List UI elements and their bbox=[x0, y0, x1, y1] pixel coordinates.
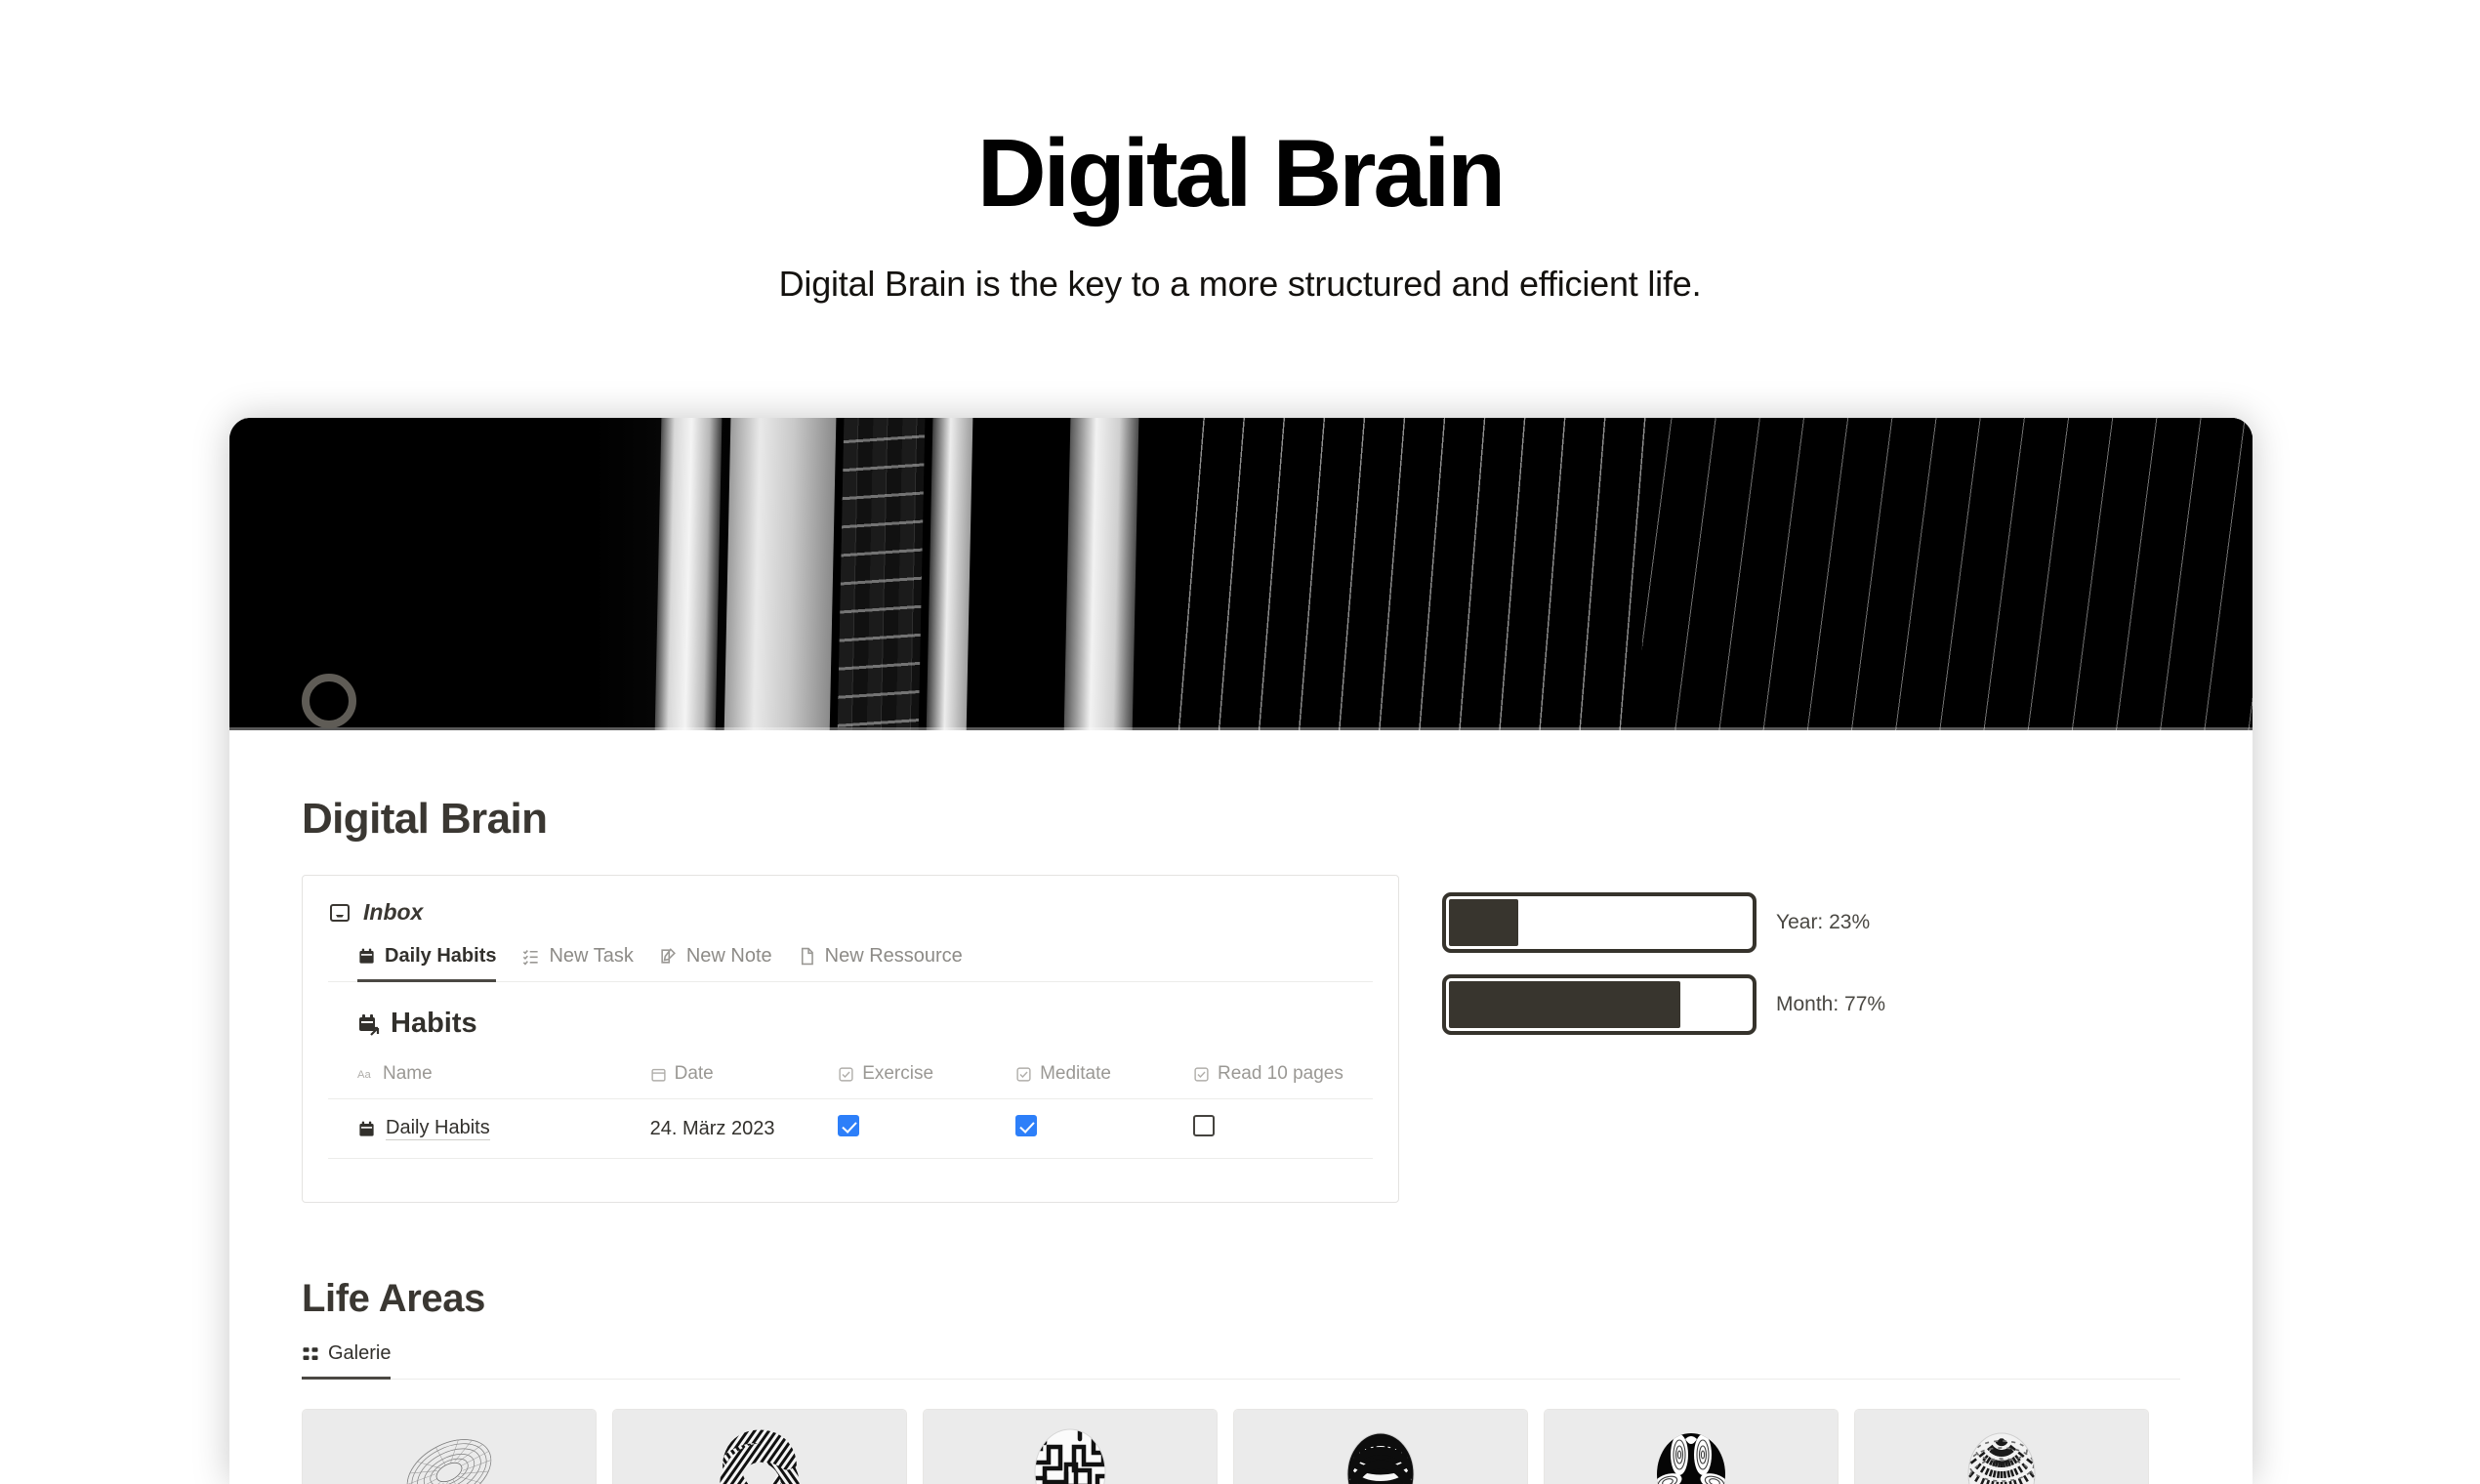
card-travel[interactable]: Travel bbox=[1233, 1409, 1528, 1484]
inbox-tab-bar: Daily Habits New Task New Note New Resso… bbox=[328, 945, 1373, 982]
card-personal[interactable]: Personal bbox=[302, 1409, 597, 1484]
cell-date[interactable]: 24. März 2023 bbox=[620, 1098, 809, 1159]
view-tab-label: Galerie bbox=[328, 1342, 392, 1364]
tab-new-task[interactable]: New Task bbox=[521, 945, 634, 982]
progress-bar-month bbox=[1442, 974, 1757, 1035]
ring-icon[interactable] bbox=[302, 674, 356, 728]
inbox-tray-icon bbox=[328, 901, 351, 925]
card-business[interactable]: Business bbox=[923, 1409, 1218, 1484]
cover-floor-slabs bbox=[836, 418, 926, 730]
card-thumbnail bbox=[613, 1410, 906, 1484]
striped-trefoil-knot-image bbox=[720, 1429, 800, 1484]
column-label: Date bbox=[674, 1063, 714, 1084]
card-thumbnail bbox=[303, 1410, 596, 1484]
lobed-black-sphere-image bbox=[1657, 1433, 1725, 1484]
progress-bar-year bbox=[1442, 892, 1757, 953]
tab-label: New Task bbox=[549, 945, 634, 967]
card-thumbnail bbox=[1855, 1410, 2148, 1484]
column-header-date[interactable]: Date bbox=[620, 1057, 809, 1099]
gallery-grid-icon bbox=[302, 1345, 319, 1363]
checkbox-icon bbox=[838, 1066, 854, 1083]
tab-label: New Ressource bbox=[824, 945, 963, 967]
progress-row-month: Month: 77% bbox=[1442, 974, 1885, 1035]
pencil-square-icon bbox=[659, 947, 678, 966]
card-athleticism[interactable]: Athleticism bbox=[1544, 1409, 1839, 1484]
card-thumbnail bbox=[1545, 1410, 1838, 1484]
hero-subtitle: Digital Brain is the key to a more struc… bbox=[778, 264, 1702, 304]
table-header-row: Aa Name Date Exercise Meditate Read 10 p… bbox=[328, 1057, 1373, 1099]
page-title: Digital Brain bbox=[302, 795, 548, 843]
column-header-exercise[interactable]: Exercise bbox=[808, 1057, 987, 1099]
database-title-label: Habits bbox=[391, 1008, 477, 1039]
cover-column-2 bbox=[723, 418, 837, 730]
app-screenshot-frame: Digital Brain Inbox Daily Habits New Tas… bbox=[229, 418, 2253, 1484]
cover-column-1 bbox=[654, 418, 723, 730]
progress-panel: Year: 23% Month: 77% bbox=[1442, 875, 1885, 1056]
cover-column-4 bbox=[1062, 418, 1140, 730]
progress-label-month: Month: 77% bbox=[1776, 993, 1886, 1015]
svg-text:Aa: Aa bbox=[357, 1069, 372, 1081]
column-header-read-10-pages[interactable]: Read 10 pages bbox=[1163, 1057, 1373, 1099]
cover-column-3 bbox=[925, 418, 974, 730]
checklist-icon bbox=[521, 947, 540, 966]
life-areas-title: Life Areas bbox=[302, 1277, 485, 1320]
tab-daily-habits[interactable]: Daily Habits bbox=[357, 945, 497, 982]
column-header-meditate[interactable]: Meditate bbox=[986, 1057, 1164, 1099]
habits-database-title[interactable]: Habits bbox=[357, 1008, 1373, 1040]
tab-label: Daily Habits bbox=[385, 945, 497, 967]
card-thumbnail bbox=[1234, 1410, 1527, 1484]
card-thumbnail bbox=[924, 1410, 1217, 1484]
calendar-icon bbox=[357, 947, 376, 966]
checkbox-meditate[interactable] bbox=[1015, 1115, 1038, 1136]
page-cover-image bbox=[229, 418, 2253, 730]
tab-label: New Note bbox=[685, 945, 772, 967]
column-label: Read 10 pages bbox=[1217, 1063, 1343, 1084]
life-areas-card-grid: Personal bbox=[302, 1409, 2180, 1484]
concentric-ring-sphere-image bbox=[1346, 1432, 1415, 1484]
wireframe-torus-image bbox=[406, 1439, 492, 1484]
card-health[interactable]: Health bbox=[1854, 1409, 2149, 1484]
date-icon bbox=[650, 1066, 667, 1083]
habits-table: Aa Name Date Exercise Meditate Read 10 p… bbox=[328, 1057, 1373, 1159]
life-areas-view-tabs: Galerie bbox=[302, 1342, 2180, 1380]
column-label: Exercise bbox=[862, 1063, 934, 1084]
calendar-icon bbox=[357, 1120, 376, 1138]
progress-row-year: Year: 23% bbox=[1442, 892, 1885, 953]
tab-galerie[interactable]: Galerie bbox=[302, 1342, 392, 1380]
inbox-header: Inbox bbox=[328, 899, 1373, 926]
checkbox-icon bbox=[1015, 1066, 1032, 1083]
cell-name[interactable]: Daily Habits bbox=[328, 1098, 621, 1159]
inbox-card: Inbox Daily Habits New Task New Note New… bbox=[302, 875, 1399, 1203]
hero-title: Digital Brain bbox=[976, 119, 1506, 227]
document-icon bbox=[798, 947, 816, 966]
progress-label-year: Year: 23% bbox=[1776, 911, 1871, 933]
checkbox-exercise[interactable] bbox=[838, 1115, 860, 1136]
progress-bar-month-fill bbox=[1449, 981, 1681, 1028]
column-label: Name bbox=[383, 1063, 433, 1084]
text-aa-icon: Aa bbox=[357, 1067, 375, 1081]
linked-database-icon bbox=[357, 1012, 381, 1036]
checkbox-read-10-pages[interactable] bbox=[1192, 1115, 1215, 1136]
table-row[interactable]: Daily Habits 24. März 2023 bbox=[328, 1098, 1373, 1159]
marketing-hero: Digital Brain Digital Brain is the key t… bbox=[0, 0, 2480, 305]
tab-new-ressource[interactable]: New Ressource bbox=[798, 945, 963, 982]
maze-sphere-image bbox=[1034, 1428, 1106, 1484]
cell-meditate[interactable] bbox=[986, 1098, 1164, 1159]
column-label: Meditate bbox=[1040, 1063, 1111, 1084]
column-header-name[interactable]: Aa Name bbox=[328, 1057, 621, 1099]
checkbox-icon bbox=[1193, 1066, 1210, 1083]
cell-read-10-pages[interactable] bbox=[1163, 1098, 1373, 1159]
inbox-label: Inbox bbox=[363, 899, 424, 925]
row-title: Daily Habits bbox=[386, 1117, 490, 1140]
progress-bar-year-fill bbox=[1449, 899, 1518, 946]
cell-exercise[interactable] bbox=[808, 1098, 987, 1159]
radial-line-sphere-image bbox=[1967, 1432, 2036, 1484]
tab-new-note[interactable]: New Note bbox=[659, 945, 772, 982]
cover-louvers-far-right bbox=[1637, 418, 2253, 730]
card-university[interactable]: University bbox=[612, 1409, 907, 1484]
